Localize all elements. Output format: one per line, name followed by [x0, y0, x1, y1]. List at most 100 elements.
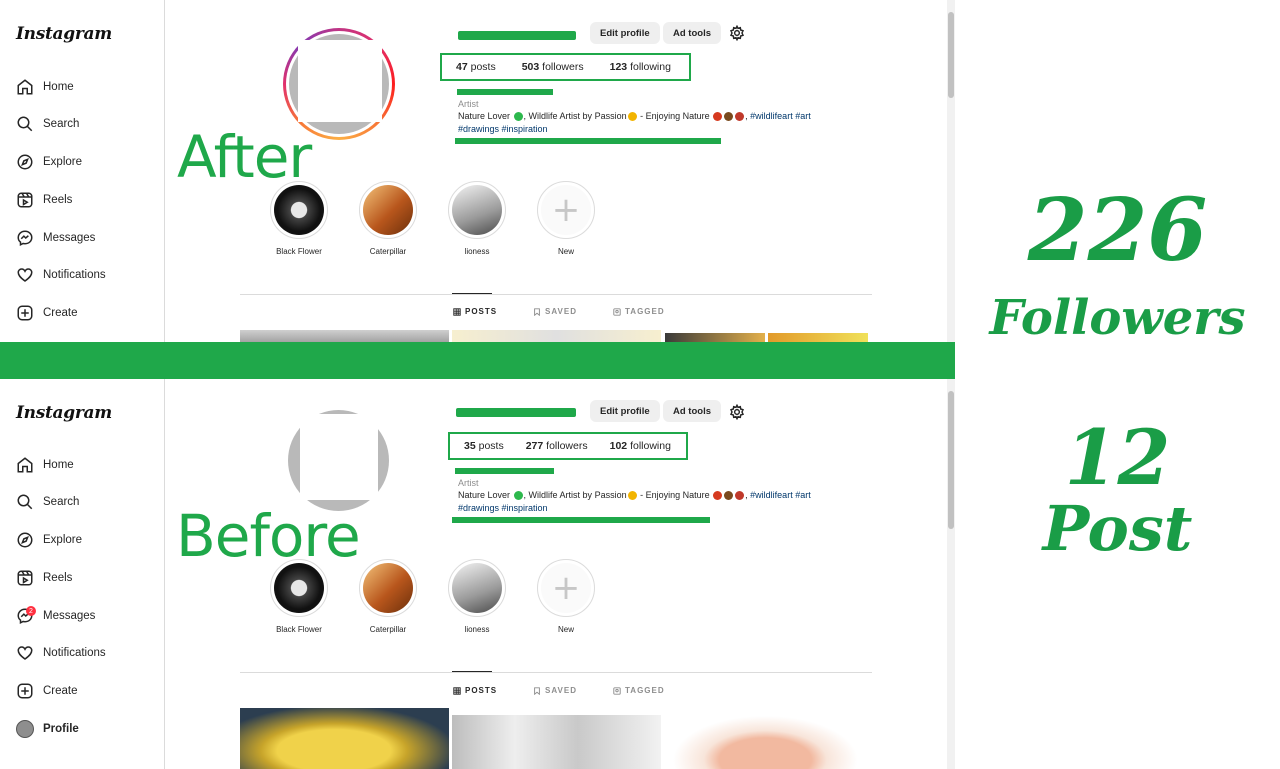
plus-square-icon	[16, 304, 34, 322]
highlight-label: New	[557, 247, 574, 256]
instagram-logo[interactable]: Instagram	[16, 403, 112, 423]
settings-gear-icon[interactable]	[729, 404, 745, 420]
tab-posts[interactable]: POSTS	[453, 307, 497, 316]
nav-explore[interactable]: Explore	[16, 528, 82, 552]
nav-search[interactable]: Search	[16, 112, 79, 136]
highlight-label: Caterpillar	[369, 625, 407, 634]
post-thumbnail[interactable]	[240, 330, 449, 342]
highlight-black-flower[interactable]: Black Flower	[270, 559, 328, 634]
nav-reels-label: Reels	[43, 572, 73, 584]
edit-profile-button[interactable]: Edit profile	[590, 400, 660, 422]
grid-icon	[453, 686, 461, 695]
messages-icon: 2	[16, 606, 36, 625]
highlight-lioness[interactable]: lioness	[448, 181, 506, 256]
highlight-new[interactable]: + New	[537, 559, 595, 634]
bio-line-2[interactable]: #drawings #inspiration	[458, 124, 548, 134]
nav-messages[interactable]: 2 Messages	[16, 604, 95, 628]
highlight-black-flower[interactable]: Black Flower	[270, 181, 328, 256]
nav-create-label: Create	[43, 307, 78, 319]
bird-emoji-icon	[735, 112, 745, 122]
tagged-icon	[613, 686, 621, 695]
lioness-thumbnail	[452, 185, 502, 235]
heart-icon	[16, 644, 34, 662]
tab-posts[interactable]: POSTS	[453, 686, 497, 695]
bio-line-1: Nature Lover , Wildlife Artist by Passio…	[458, 490, 811, 501]
post-thumbnail[interactable]	[768, 333, 868, 342]
post-thumbnail[interactable]	[665, 333, 765, 342]
bio-line-2[interactable]: #drawings #inspiration	[458, 503, 548, 513]
nav-home[interactable]: Home	[16, 75, 74, 99]
nav-notifications-label: Notifications	[43, 647, 106, 659]
nav-notifications[interactable]: Notifications	[16, 263, 106, 287]
nav-notifications[interactable]: Notifications	[16, 641, 106, 665]
followers-stat[interactable]: 277 followers	[526, 440, 588, 452]
posts-stat[interactable]: 47 posts	[456, 61, 496, 73]
heart-icon	[16, 266, 34, 284]
highlight-caterpillar[interactable]: Caterpillar	[359, 181, 417, 256]
after-screenshot-panel: Instagram Home Search Explore Reels Mess…	[0, 0, 955, 342]
nav-home-label: Home	[43, 459, 74, 471]
tab-tagged[interactable]: TAGGED	[613, 307, 665, 316]
scrollbar[interactable]	[947, 0, 955, 342]
separator-band	[0, 342, 955, 379]
following-stat[interactable]: 123 following	[610, 61, 671, 73]
nav-profile[interactable]: Profile	[16, 717, 79, 741]
sidebar: Instagram Home Search Explore Reels 2 Me…	[0, 379, 165, 769]
ad-tools-button[interactable]: Ad tools	[663, 22, 721, 44]
bio-hashtags[interactable]: #wildlifeart #art	[750, 111, 811, 121]
scrollbar[interactable]	[947, 379, 955, 769]
nav-explore[interactable]: Explore	[16, 150, 82, 174]
nav-home[interactable]: Home	[16, 453, 74, 477]
before-screenshot-panel: Instagram Home Search Explore Reels 2 Me…	[0, 379, 955, 769]
home-icon	[16, 456, 34, 474]
nav-reels[interactable]: Reels	[16, 566, 72, 590]
name-redaction	[455, 468, 554, 474]
posts-stat[interactable]: 35 posts	[464, 440, 504, 452]
nav-reels[interactable]: Reels	[16, 188, 72, 212]
post-thumbnail[interactable]	[452, 330, 661, 342]
caterpillar-emoji-icon	[724, 112, 734, 122]
post-thumbnail[interactable]	[240, 708, 449, 769]
tab-saved[interactable]: SAVED	[533, 686, 577, 695]
ad-tools-button[interactable]: Ad tools	[663, 400, 721, 422]
profile-stats-highlight: 47 posts 503 followers 123 following	[440, 53, 691, 81]
lioness-thumbnail	[452, 563, 502, 613]
posts-gain-number: 12	[1064, 413, 1171, 502]
caterpillar-emoji-icon	[724, 491, 734, 501]
highlight-lioness[interactable]: lioness	[448, 559, 506, 634]
bio-hashtags[interactable]: #wildlifeart #art	[750, 490, 811, 500]
following-stat[interactable]: 102 following	[610, 440, 671, 452]
tab-tagged[interactable]: TAGGED	[613, 686, 665, 695]
instagram-logo[interactable]: Instagram	[16, 24, 112, 44]
edit-profile-button[interactable]: Edit profile	[590, 22, 660, 44]
highlight-label: Black Flower	[276, 247, 322, 256]
highlight-caterpillar[interactable]: Caterpillar	[359, 559, 417, 634]
nav-messages[interactable]: Messages	[16, 226, 95, 250]
caterpillar-thumbnail	[363, 185, 413, 235]
nav-search[interactable]: Search	[16, 490, 79, 514]
highlight-label: New	[557, 625, 574, 634]
highlight-label: Caterpillar	[369, 247, 407, 256]
bookmark-icon	[534, 307, 540, 316]
nav-create[interactable]: Create	[16, 301, 78, 325]
scrollbar-thumb[interactable]	[948, 12, 954, 98]
nav-create[interactable]: Create	[16, 679, 78, 703]
active-tab-indicator	[452, 671, 492, 672]
highlight-label: lioness	[464, 247, 490, 256]
nav-explore-label: Explore	[43, 534, 82, 546]
settings-gear-icon[interactable]	[729, 25, 745, 41]
username-redaction	[458, 31, 576, 40]
followers-stat[interactable]: 503 followers	[522, 61, 584, 73]
nav-home-label: Home	[43, 81, 74, 93]
nav-search-label: Search	[43, 118, 80, 130]
tagged-icon	[613, 307, 621, 316]
tab-saved[interactable]: SAVED	[533, 307, 577, 316]
grid-icon	[453, 307, 461, 316]
post-thumbnail[interactable]	[665, 708, 874, 769]
leaf-emoji-icon	[713, 491, 723, 501]
highlight-new[interactable]: + New	[537, 181, 595, 256]
nav-reels-label: Reels	[43, 194, 73, 206]
post-thumbnail[interactable]	[452, 715, 661, 769]
caterpillar-thumbnail	[363, 563, 413, 613]
scrollbar-thumb[interactable]	[948, 391, 954, 529]
